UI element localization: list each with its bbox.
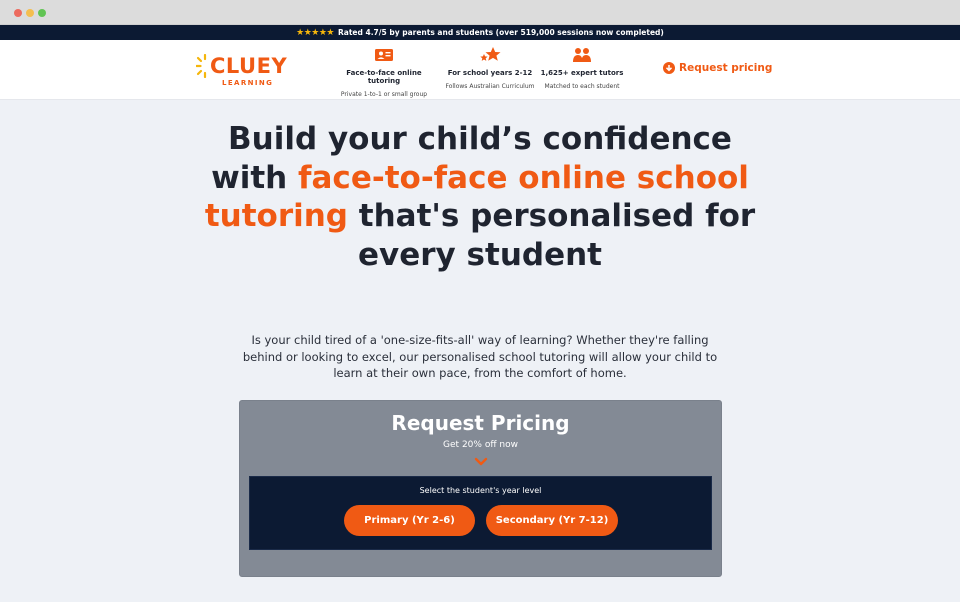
browser-chrome: [0, 0, 960, 25]
cluey-logo[interactable]: CLUEY LEARNING: [196, 50, 288, 90]
tutors-icon: [573, 48, 591, 62]
feature-title: 1,625+ expert tutors: [540, 69, 624, 77]
arrow-down-circle-icon: [663, 62, 675, 74]
logo-wordmark: CLUEY: [210, 54, 288, 78]
hero-description: Is your child tired of a 'one-size-fits-…: [242, 333, 718, 380]
rating-stars-icon: ★★★★★: [296, 27, 334, 38]
site-header: CLUEY LEARNING Face-to-face online tutor…: [0, 40, 960, 100]
primary-year-button[interactable]: Primary (Yr 2-6): [344, 505, 475, 536]
panel-title: Request Pricing: [391, 411, 570, 435]
feature-face-to-face: Face-to-face online tutoring Private 1-t…: [329, 46, 439, 98]
stars-icon: [480, 47, 501, 61]
feature-expert-tutors: 1,625+ expert tutors Matched to each stu…: [527, 46, 637, 90]
feature-subtitle: Private 1-to-1 or small group: [340, 91, 428, 98]
request-pricing-panel: Request Pricing Get 20% off now Select t…: [239, 400, 722, 577]
rating-bar: ★★★★★ Rated 4.7/5 by parents and student…: [0, 25, 960, 40]
maximize-window-icon[interactable]: [38, 9, 46, 17]
request-pricing-link[interactable]: Request pricing: [663, 62, 772, 74]
logo-subtext: LEARNING: [222, 79, 274, 87]
feature-subtitle: Matched to each student: [544, 83, 620, 90]
feature-title: Face-to-face online tutoring: [346, 69, 422, 85]
hero-title: Build your child’s confidence with face-…: [200, 120, 760, 274]
rating-text: Rated 4.7/5 by parents and students (ove…: [338, 28, 664, 37]
face-to-face-icon: [375, 49, 393, 61]
hero-title-part2: that's personalised for every student: [348, 198, 756, 273]
close-window-icon[interactable]: [14, 9, 22, 17]
secondary-year-button[interactable]: Secondary (Yr 7-12): [486, 505, 618, 536]
year-level-selector: Select the student's year level Primary …: [249, 476, 712, 550]
panel-subtitle: Get 20% off now: [443, 440, 518, 450]
request-pricing-label: Request pricing: [679, 62, 773, 74]
chevron-down-icon: [474, 457, 488, 466]
year-level-instruction: Select the student's year level: [419, 486, 542, 495]
minimize-window-icon[interactable]: [26, 9, 34, 17]
